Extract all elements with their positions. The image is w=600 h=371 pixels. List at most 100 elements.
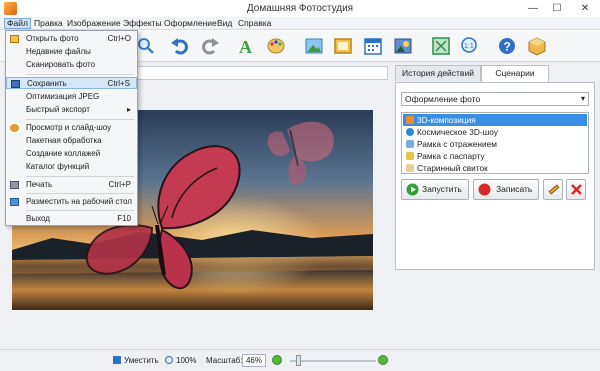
scenario-category-select[interactable]: Оформление фото ▾ bbox=[401, 92, 589, 106]
tab-scenarios[interactable]: Сценарии bbox=[481, 65, 549, 82]
zoom-label: Масштаб: bbox=[206, 356, 243, 365]
svg-text:?: ? bbox=[504, 40, 511, 54]
scenario-3d-icon bbox=[406, 116, 414, 124]
menu-effects[interactable]: Эффекты bbox=[121, 18, 164, 29]
scenario-globe-icon bbox=[406, 128, 414, 136]
menu-item-collage[interactable]: Создание коллажей bbox=[6, 148, 137, 160]
scenario-label: Рамка с отражением bbox=[417, 139, 497, 149]
menu-separator bbox=[26, 210, 134, 211]
window-title: Домашняя Фотостудия bbox=[246, 3, 354, 14]
palette-button[interactable] bbox=[265, 35, 287, 57]
scenario-item[interactable]: Рамка с паспарту bbox=[403, 150, 587, 162]
menu-image[interactable]: Изображение bbox=[65, 18, 123, 29]
menu-shortcut: F10 bbox=[117, 214, 131, 223]
save-icon bbox=[11, 80, 20, 88]
desktop-icon bbox=[10, 198, 19, 206]
zoom-slider-thumb[interactable] bbox=[296, 355, 301, 366]
menu-design[interactable]: Оформление bbox=[162, 18, 219, 29]
delete-scenario-button[interactable] bbox=[566, 179, 586, 200]
menu-item-exit[interactable]: Выход F10 bbox=[6, 213, 137, 225]
text-tool-button[interactable]: A bbox=[235, 35, 257, 57]
menu-item-recent[interactable]: Недавние файлы bbox=[6, 46, 137, 58]
menu-item-save[interactable]: Сохранить Ctrl+S bbox=[6, 77, 137, 89]
text-icon: A bbox=[239, 37, 252, 56]
menu-item-catalog[interactable]: Каталог функций bbox=[6, 161, 137, 173]
menu-item-print[interactable]: Печать Ctrl+P bbox=[6, 179, 137, 191]
palette-icon bbox=[267, 38, 285, 54]
menu-item-label: Сканировать фото bbox=[26, 60, 96, 69]
maximize-button[interactable]: ☐ bbox=[546, 0, 568, 17]
menu-help[interactable]: Справка bbox=[236, 18, 273, 29]
svg-text:A: A bbox=[239, 37, 252, 56]
fit-icon bbox=[432, 37, 450, 55]
menu-item-label: Просмотр и слайд-шоу bbox=[26, 123, 112, 132]
zoom-tool-button[interactable] bbox=[135, 35, 157, 57]
frame-tool-button[interactable] bbox=[332, 35, 354, 57]
calendar-icon bbox=[364, 38, 382, 55]
actual-size-button[interactable]: 1:1 bbox=[459, 35, 481, 57]
menu-item-label: Сохранить bbox=[27, 79, 67, 88]
image-tool-button[interactable] bbox=[303, 35, 325, 57]
scenario-label: Космическое 3D-шоу bbox=[417, 127, 498, 137]
fit-status-button[interactable]: Уместить bbox=[113, 355, 159, 366]
box-button[interactable] bbox=[526, 35, 548, 57]
actual-size-status-button[interactable]: 100% bbox=[165, 355, 196, 366]
close-button[interactable]: ✕ bbox=[570, 0, 600, 17]
menu-shortcut: Ctrl+S bbox=[107, 79, 130, 88]
tab-history[interactable]: История действий bbox=[395, 65, 481, 81]
menu-item-export[interactable]: Быстрый экспорт ▸ bbox=[6, 104, 137, 116]
menu-item-open[interactable]: Открыть фото Ctrl+O bbox=[6, 33, 137, 45]
menu-item-label: Быстрый экспорт bbox=[26, 105, 90, 114]
status-bar: Уместить 100% Масштаб: 46% bbox=[0, 349, 600, 371]
menu-item-scan[interactable]: Сканировать фото bbox=[6, 59, 137, 71]
menu-edit[interactable]: Правка bbox=[32, 18, 65, 29]
chevron-down-icon: ▾ bbox=[580, 94, 585, 103]
box-icon bbox=[528, 37, 546, 56]
help-button[interactable]: ? bbox=[496, 35, 518, 57]
frame-icon bbox=[334, 38, 352, 54]
zoom-value-field[interactable]: 46% bbox=[242, 354, 266, 367]
scenario-item[interactable]: Космическое 3D-шоу bbox=[403, 126, 587, 138]
edit-scenario-button[interactable] bbox=[543, 179, 563, 200]
run-label: Запустить bbox=[422, 184, 462, 194]
redo-button[interactable] bbox=[199, 35, 221, 57]
menu-item-slideshow[interactable]: Просмотр и слайд-шоу bbox=[6, 122, 137, 134]
scenario-item[interactable]: Рамка с отражением bbox=[403, 138, 587, 150]
zoom-icon bbox=[138, 38, 154, 54]
scenario-scroll-icon bbox=[406, 164, 414, 172]
magnifier-small-icon bbox=[165, 356, 173, 364]
menu-item-desktop[interactable]: Разместить на рабочий стол bbox=[6, 196, 137, 208]
menu-item-batch[interactable]: Пакетная обработка bbox=[6, 135, 137, 147]
folder-open-icon bbox=[10, 35, 19, 43]
scenario-list: 3D-композиция Космическое 3D-шоу Рамка с… bbox=[401, 112, 589, 174]
zoom-out-button[interactable] bbox=[272, 355, 282, 365]
photo-button[interactable] bbox=[392, 35, 414, 57]
chevron-right-icon: ▸ bbox=[126, 105, 131, 114]
menu-item-label: Открыть фото bbox=[26, 34, 79, 43]
delete-icon bbox=[571, 184, 582, 195]
image-icon bbox=[305, 38, 323, 54]
menu-separator bbox=[26, 74, 134, 75]
calendar-button[interactable] bbox=[362, 35, 384, 57]
record-scenario-button[interactable]: Записать bbox=[473, 179, 539, 200]
menu-item-jpeg[interactable]: Оптимизация JPEG bbox=[6, 91, 137, 103]
fit-button[interactable] bbox=[430, 35, 452, 57]
menu-item-label: Каталог функций bbox=[26, 162, 90, 171]
zoom-in-button[interactable] bbox=[378, 355, 388, 365]
run-scenario-button[interactable]: Запустить bbox=[401, 179, 469, 200]
menu-view[interactable]: Вид bbox=[215, 18, 234, 29]
photo-icon bbox=[394, 38, 412, 54]
menu-file[interactable]: Файл bbox=[4, 18, 31, 29]
scenario-item[interactable]: 3D-композиция bbox=[403, 114, 587, 126]
minimize-button[interactable]: — bbox=[522, 0, 544, 17]
fit-status-label: Уместить bbox=[124, 356, 159, 365]
slideshow-icon bbox=[10, 124, 19, 132]
redo-icon bbox=[202, 38, 219, 55]
scenario-panel: История действий Сценарии Оформление фот… bbox=[393, 62, 600, 354]
zoom-slider-track[interactable] bbox=[290, 360, 376, 362]
title-bar: Домашняя Фотостудия — ☐ ✕ bbox=[0, 0, 600, 17]
undo-button[interactable] bbox=[169, 35, 191, 57]
scenario-label: 3D-композиция bbox=[417, 115, 476, 125]
actual-size-icon: 1:1 bbox=[461, 37, 477, 53]
scenario-item[interactable]: Старинный свиток bbox=[403, 162, 587, 174]
